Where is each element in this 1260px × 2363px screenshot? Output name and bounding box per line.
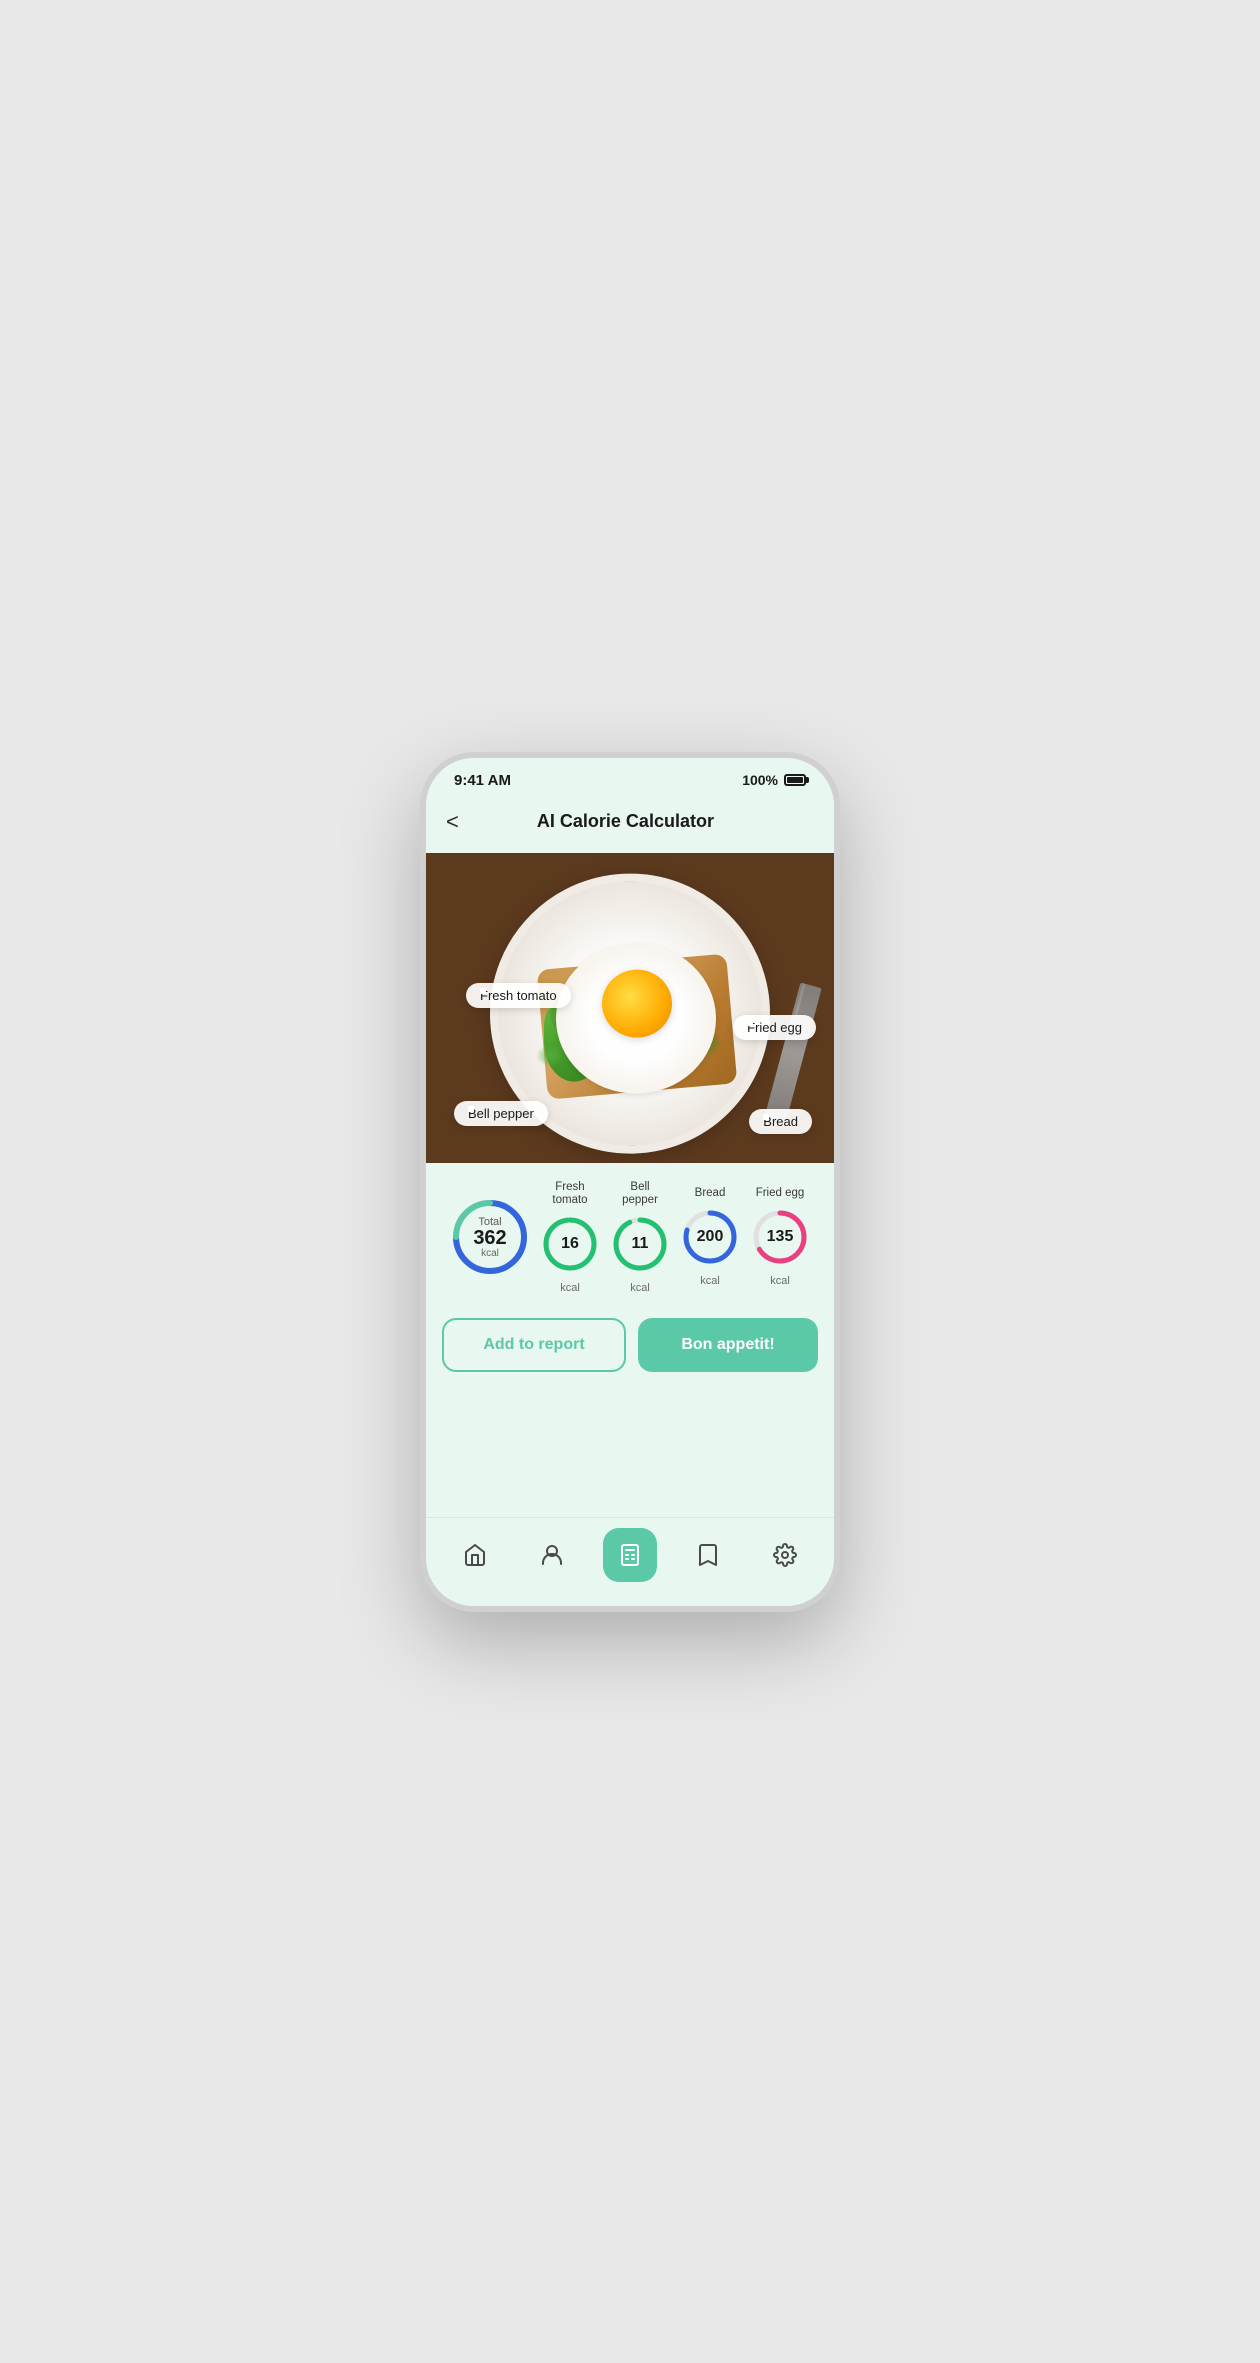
settings-icon — [773, 1543, 797, 1567]
header: < AI Calorie Calculator — [426, 797, 834, 853]
egg-circle: 135 — [750, 1207, 810, 1267]
add-to-report-button[interactable]: Add to report — [442, 1318, 626, 1372]
nav-profile[interactable] — [525, 1528, 579, 1582]
label-bell-pepper: Bell pepper — [454, 1101, 548, 1126]
page-title: AI Calorie Calculator — [467, 811, 784, 832]
battery-percent: 100% — [742, 772, 778, 788]
nav-bookmarks[interactable] — [681, 1528, 735, 1582]
nav-calculator[interactable] — [603, 1528, 657, 1582]
action-buttons: Add to report Bon appetit! — [442, 1302, 818, 1384]
status-bar: 9:41 AM 100% — [426, 758, 834, 797]
bread-circle: 200 — [680, 1207, 740, 1267]
calorie-fried-egg: Fried egg 135 kcal — [750, 1187, 810, 1287]
egg-yolk — [602, 969, 672, 1037]
bon-appetit-button[interactable]: Bon appetit! — [638, 1318, 818, 1372]
nav-settings[interactable] — [758, 1528, 812, 1582]
bookmark-icon — [697, 1543, 719, 1567]
food-image: Fresh tomato Fried egg Bell pepper Bread — [426, 853, 834, 1163]
battery-icon — [784, 774, 806, 786]
total-circle: Total 362 kcal — [450, 1197, 530, 1277]
label-fried-egg: Fried egg — [733, 1015, 816, 1040]
calorie-total: Total 362 kcal — [450, 1197, 530, 1277]
calorie-bell-pepper: Bellpepper 11 kcal — [610, 1181, 670, 1295]
back-button[interactable]: < — [446, 805, 467, 839]
nav-home[interactable] — [448, 1528, 502, 1582]
person-icon — [540, 1543, 564, 1567]
label-bread: Bread — [749, 1109, 812, 1134]
tomato-circle: 16 — [540, 1214, 600, 1274]
calorie-bread: Bread 200 kcal — [680, 1187, 740, 1287]
total-circle-text: Total 362 kcal — [473, 1216, 506, 1259]
calories-section: Total 362 kcal Freshtomato 16 — [442, 1163, 818, 1303]
phone-frame: 9:41 AM 100% < AI Calorie Calculator — [420, 752, 840, 1612]
label-fresh-tomato: Fresh tomato — [466, 983, 571, 1008]
pepper-circle: 11 — [610, 1214, 670, 1274]
status-time: 9:41 AM — [454, 772, 511, 789]
fork — [764, 982, 821, 1123]
bottom-navigation — [426, 1517, 834, 1606]
calorie-fresh-tomato: Freshtomato 16 kcal — [540, 1181, 600, 1295]
calculator-icon — [618, 1543, 642, 1567]
home-icon — [463, 1543, 487, 1567]
content-area: Total 362 kcal Freshtomato 16 — [426, 1163, 834, 1517]
status-right: 100% — [742, 772, 806, 788]
